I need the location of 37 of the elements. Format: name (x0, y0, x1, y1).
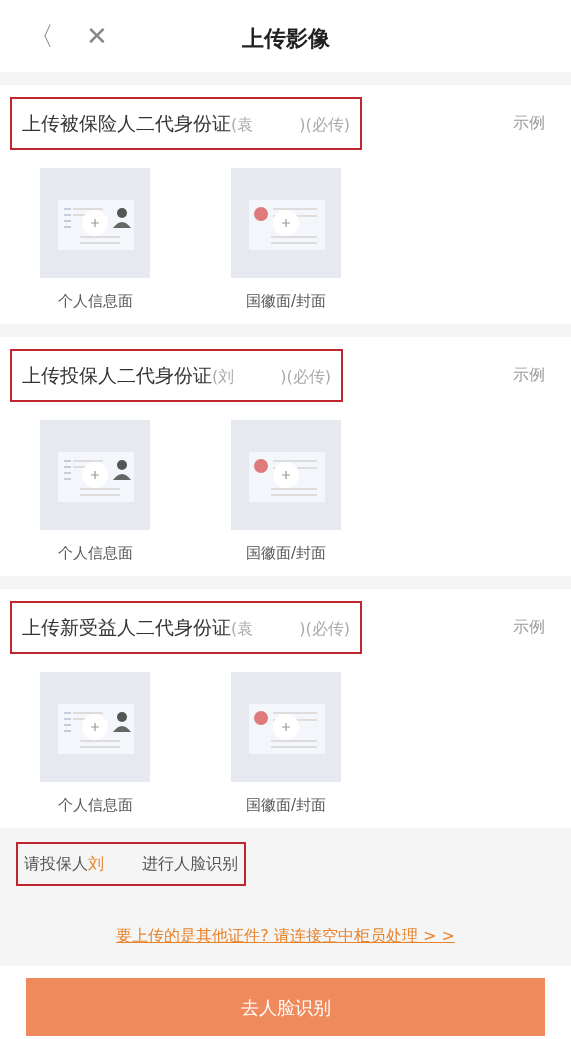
prompt-text: 请投保人 (24, 853, 88, 875)
name-hint: (袁 (231, 114, 254, 136)
upload-tile[interactable] (40, 671, 150, 782)
upload-tile[interactable] (231, 419, 341, 530)
upload-tile[interactable] (40, 167, 150, 278)
id-card-icon (58, 199, 134, 250)
tile-label: 个人信息面 (57, 290, 133, 312)
section-title: 上传新受益人二代身份证 (22, 615, 231, 640)
close-button[interactable]: ✕ (82, 23, 112, 49)
example-link[interactable]: 示例 (513, 615, 545, 639)
id-card-icon (58, 451, 134, 502)
tile-label: 国徽面/封面 (245, 290, 327, 312)
tile-label: 个人信息面 (57, 794, 133, 816)
id-card-icon (249, 451, 325, 502)
upload-tile[interactable] (231, 671, 341, 782)
page-title: 上传影像 (241, 25, 330, 53)
back-button[interactable]: 〈 (24, 23, 58, 49)
id-card-icon (249, 703, 325, 754)
name-hint: (刘 (212, 366, 235, 388)
agent-link[interactable]: 要上传的是其他证件? 请连接空中柜员处理 > > (116, 926, 455, 945)
required-hint: )(必传) (299, 114, 350, 136)
prompt-text: 进行人脸识别 (142, 853, 238, 875)
required-hint: )(必传) (299, 618, 350, 640)
name-hint: (袁 (231, 618, 254, 640)
tile-label: 个人信息面 (57, 542, 133, 564)
id-card-icon (58, 703, 134, 754)
example-link[interactable]: 示例 (513, 363, 545, 387)
tile-label: 国徽面/封面 (245, 542, 327, 564)
section-title: 上传投保人二代身份证 (22, 363, 212, 388)
insured-name: 刘 (88, 853, 104, 875)
upload-tile[interactable] (231, 167, 341, 278)
section-title: 上传被保险人二代身份证 (22, 111, 231, 136)
id-card-icon (249, 199, 325, 250)
upload-tile[interactable] (40, 419, 150, 530)
required-hint: )(必传) (280, 366, 331, 388)
example-link[interactable]: 示例 (513, 111, 545, 135)
tile-label: 国徽面/封面 (245, 794, 327, 816)
